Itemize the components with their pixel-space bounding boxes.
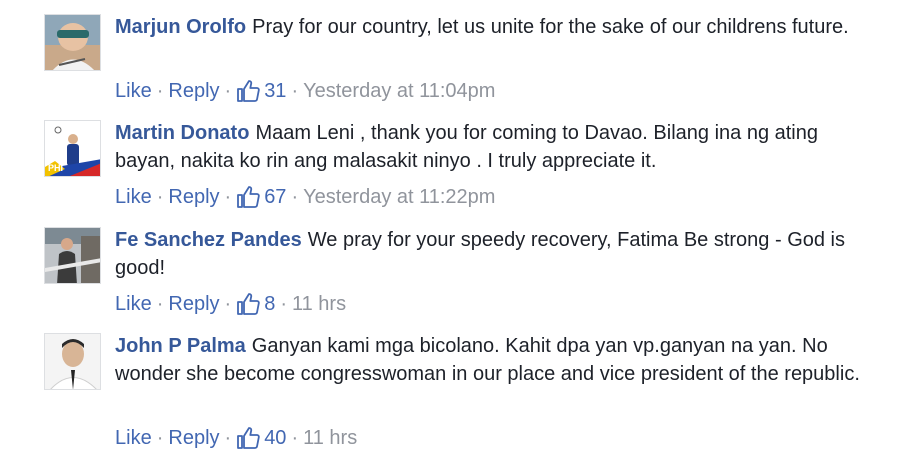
comment-text: Martin Donato Maam Leni , thank you for c… <box>115 119 875 175</box>
separator: · <box>291 80 299 102</box>
separator: · <box>156 427 164 449</box>
separator: · <box>156 80 164 102</box>
reaction-count[interactable]: 40 <box>236 426 286 450</box>
like-button[interactable]: Like <box>115 292 152 316</box>
separator: · <box>156 186 164 208</box>
comment-text: Marjun Orolfo Pray for our country, let u… <box>115 13 875 41</box>
like-button[interactable]: Like <box>115 79 152 103</box>
avatar[interactable]: PHI <box>44 120 101 177</box>
reaction-count[interactable]: 8 <box>236 292 275 316</box>
like-count: 31 <box>264 80 287 102</box>
reaction-count[interactable]: 31 <box>236 79 286 103</box>
thumbs-up-icon <box>236 79 260 103</box>
comment-actions: Like · Reply · 40 · 11 hrs <box>115 426 357 450</box>
separator: · <box>156 293 164 315</box>
author-name[interactable]: Fe Sanchez Pandes <box>115 229 302 251</box>
author-name[interactable]: Martin Donato <box>115 122 249 144</box>
comment-body: Pray for our country, let us unite for t… <box>252 16 849 38</box>
like-count: 67 <box>264 186 287 208</box>
timestamp[interactable]: Yesterday at 11:04pm <box>303 79 495 103</box>
thumbs-up-icon <box>236 292 260 316</box>
comment-actions: Like · Reply · 8 · 11 hrs <box>115 292 346 316</box>
comment-text: Fe Sanchez Pandes We pray for your speedy… <box>115 226 875 282</box>
reaction-count[interactable]: 67 <box>236 185 286 209</box>
reply-button[interactable]: Reply <box>168 185 219 209</box>
author-name[interactable]: John P Palma <box>115 335 246 357</box>
reply-button[interactable]: Reply <box>168 79 219 103</box>
timestamp[interactable]: 11 hrs <box>303 426 357 450</box>
comment-actions: Like · Reply · 67 · Yesterday at 11:22pm <box>115 185 495 209</box>
avatar-badge: PHI <box>48 163 64 173</box>
comment-actions: Like · Reply · 31 · Yesterday at 11:04pm <box>115 79 495 103</box>
separator: · <box>224 80 232 102</box>
thumbs-up-icon <box>236 185 260 209</box>
like-button[interactable]: Like <box>115 426 152 450</box>
avatar[interactable] <box>44 14 101 71</box>
avatar[interactable] <box>44 333 101 390</box>
thumbs-up-icon <box>236 426 260 450</box>
avatar[interactable] <box>44 227 101 284</box>
timestamp[interactable]: Yesterday at 11:22pm <box>303 185 495 209</box>
like-count: 8 <box>264 293 276 315</box>
separator: · <box>224 427 232 449</box>
timestamp[interactable]: 11 hrs <box>292 292 346 316</box>
comment-text: John P Palma Ganyan kami mga bicolano. Ka… <box>115 332 875 388</box>
separator: · <box>224 186 232 208</box>
reply-button[interactable]: Reply <box>168 426 219 450</box>
author-name[interactable]: Marjun Orolfo <box>115 16 246 38</box>
reply-button[interactable]: Reply <box>168 292 219 316</box>
separator: · <box>291 186 299 208</box>
separator: · <box>291 427 299 449</box>
like-count: 40 <box>264 427 287 449</box>
separator: · <box>224 293 232 315</box>
like-button[interactable]: Like <box>115 185 152 209</box>
separator: · <box>280 293 287 315</box>
